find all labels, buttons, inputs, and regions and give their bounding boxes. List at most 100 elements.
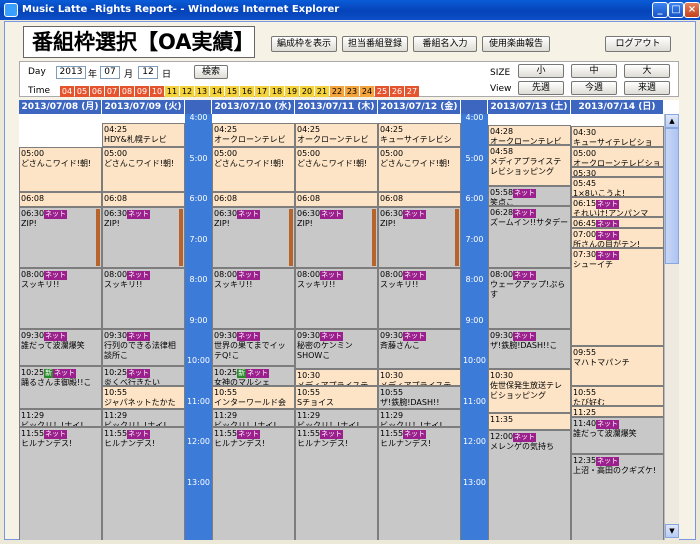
hour-button-20[interactable]: 20 — [300, 86, 314, 97]
program-slot[interactable]: 10:25新 ネット 踊るさんま御殿!!こ — [19, 365, 102, 410]
vertical-scrollbar[interactable]: ▲ ▼ — [664, 114, 679, 540]
close-button[interactable]: × — [684, 2, 700, 18]
program-slot[interactable]: 05:00 どさんこワイド!朝! — [102, 146, 185, 193]
maximize-button[interactable]: □ — [668, 2, 684, 18]
hour-button-12[interactable]: 12 — [180, 86, 194, 97]
day-header[interactable]: 2013/07/14 (日) — [571, 100, 664, 114]
day-header[interactable]: 2013/07/11 (木) — [295, 100, 378, 114]
program-slot[interactable]: 10:25ネット 炎くべ行きたい — [102, 365, 185, 387]
program-slot[interactable]: 12:00ネット メレンゲの気持ち — [488, 430, 571, 540]
program-slot[interactable]: 06:08 — [295, 192, 378, 208]
program-slot[interactable]: 10:55 Sチョイス — [295, 386, 378, 410]
search-button[interactable]: 検索 — [194, 65, 228, 79]
month-field[interactable]: 07 — [100, 66, 120, 79]
program-slot[interactable]: 04:30 キューサイテレビショ — [571, 126, 664, 147]
minimize-button[interactable]: _ — [652, 2, 668, 18]
program-slot[interactable]: 05:45 1×8いこうよ! — [571, 176, 664, 198]
program-slot[interactable]: 09:30ネット 斉藤さんこ — [378, 328, 461, 370]
program-slot[interactable]: 06:30ネット ZIP! — [378, 207, 461, 268]
program-slot[interactable]: 06:08 — [378, 192, 461, 208]
program-slot[interactable]: 10:55インターワールド会社 — [212, 386, 295, 410]
size-small-button[interactable]: 小 — [518, 64, 564, 78]
program-slot[interactable]: 09:30ネット 行列のできる法律相談所こ — [102, 328, 185, 366]
program-slot[interactable]: 06:08 — [212, 192, 295, 208]
program-slot[interactable]: 11:55ネット ヒルナンデス! — [295, 426, 378, 540]
program-slot[interactable]: 10:30メディアプライステレビショッピング — [378, 369, 461, 387]
next-week-button[interactable]: 来週 — [624, 81, 670, 95]
program-slot[interactable]: 09:30ネット 誰だって波瀾爆笑 — [19, 328, 102, 366]
program-slot[interactable]: 08:00ネット スッキリ!! — [378, 268, 461, 329]
program-slot[interactable]: 10:55ジャパネットたかた生 — [102, 386, 185, 410]
program-slot[interactable]: 04:28オークローンテレビショ — [488, 124, 571, 146]
program-slot[interactable]: 05:00 どさんこワイド!朝! — [378, 146, 461, 193]
program-slot[interactable]: 06:45ネット — [571, 217, 664, 228]
program-slot[interactable]: 06:15ネット それいけ!アンパンマ — [571, 197, 664, 218]
hour-button-16[interactable]: 16 — [240, 86, 254, 97]
program-slot[interactable]: 06:30ネット ZIP! — [102, 207, 185, 268]
hour-button-27[interactable]: 27 — [405, 86, 419, 97]
program-slot[interactable]: 11:55ネット ヒルナンデス! — [102, 426, 185, 540]
program-slot[interactable]: 06:30ネット ZIP! — [19, 207, 102, 268]
day-header[interactable]: 2013/07/10 (水) — [212, 100, 295, 114]
program-slot[interactable]: 06:30ネット ZIP! — [295, 207, 378, 268]
show-slots-button[interactable]: 編成枠を表示 — [271, 36, 337, 52]
music-report-button[interactable]: 使用楽曲報告 — [482, 36, 550, 52]
day-field[interactable]: 12 — [138, 66, 158, 79]
program-slot[interactable]: 04:25オークローンテレビショ — [212, 122, 295, 147]
program-slot[interactable]: 11:40ネット 誰だって波瀾爆笑 — [571, 416, 664, 454]
program-slot[interactable]: 05:30 — [571, 166, 664, 177]
hour-button-19[interactable]: 19 — [285, 86, 299, 97]
program-slot[interactable]: 12:35ネット 上沼・高田のクギズケ! — [571, 453, 664, 540]
day-header[interactable]: 2013/07/08 (月) — [19, 100, 102, 114]
program-slot[interactable]: 09:55 マハトマパンチ — [571, 345, 664, 387]
register-program-button[interactable]: 担当番組登録 — [342, 36, 408, 52]
program-slot[interactable]: 04:25 HDY&札幌テレビ — [102, 122, 185, 147]
program-slot[interactable]: 05:00 どさんこワイド!朝! — [19, 146, 102, 193]
program-slot[interactable]: 11:25 — [571, 406, 664, 417]
program-slot[interactable]: 11:55ネット ヒルナンデス! — [378, 426, 461, 540]
hour-button-15[interactable]: 15 — [225, 86, 239, 97]
hour-button-24[interactable]: 24 — [360, 86, 374, 97]
program-slot[interactable]: 04:25オークローンテレビショ — [295, 122, 378, 147]
hour-button-14[interactable]: 14 — [210, 86, 224, 97]
program-slot[interactable]: 07:30ネット シューイチ — [571, 247, 664, 346]
program-slot[interactable]: 05:00 オークローンテレビショ — [571, 146, 664, 167]
hour-button-17[interactable]: 17 — [255, 86, 269, 97]
program-slot[interactable]: 10:55 ザ!鉄腕!DASH!! — [378, 386, 461, 410]
logout-button[interactable]: ログアウト — [605, 36, 671, 52]
program-slot[interactable]: 05:58ネット 笑点こ — [488, 185, 571, 206]
day-header[interactable]: 2013/07/09 (火) — [102, 100, 185, 114]
program-slot[interactable]: 10:55 たび好む — [571, 386, 664, 407]
program-name-input-button[interactable]: 番組名入力 — [413, 36, 477, 52]
program-slot[interactable]: 08:00ネット スッキリ!! — [19, 268, 102, 329]
hour-button-22[interactable]: 22 — [330, 86, 344, 97]
hour-button-06[interactable]: 06 — [90, 86, 104, 97]
prev-week-button[interactable]: 先週 — [518, 81, 564, 95]
program-slot[interactable]: 08:00ネット スッキリ!! — [295, 268, 378, 329]
program-slot[interactable]: 09:30ネット 秘密のケンミンSHOWこ — [295, 328, 378, 370]
program-slot[interactable]: 06:08 — [102, 192, 185, 208]
hour-button-25[interactable]: 25 — [375, 86, 389, 97]
program-slot[interactable]: 08:00ネット ウェークアップ!ぷらす — [488, 268, 571, 329]
program-slot[interactable]: 11:29 ビックリ！!ナイ!... — [19, 409, 102, 427]
program-slot[interactable]: 08:00ネット スッキリ!! — [212, 268, 295, 329]
program-slot[interactable]: 05:00 どさんこワイド!朝! — [212, 146, 295, 193]
hour-button-09[interactable]: 09 — [135, 86, 149, 97]
program-slot[interactable]: 06:28ネット ズームイン!!サタデー — [488, 205, 571, 268]
program-slot[interactable]: 11:29 ビックリ！!ナイ!... — [378, 409, 461, 427]
program-slot[interactable]: 08:00ネット スッキリ!! — [102, 268, 185, 329]
this-week-button[interactable]: 今週 — [571, 81, 617, 95]
hour-button-08[interactable]: 08 — [120, 86, 134, 97]
day-header[interactable]: 2013/07/12 (金) — [378, 100, 461, 114]
program-slot[interactable]: 10:30メディアプライステレビショッピング — [295, 369, 378, 387]
program-slot[interactable]: 11:35 — [488, 413, 571, 430]
program-slot[interactable]: 11:29 ビックリ！!ナイ!... — [102, 409, 185, 427]
hour-button-18[interactable]: 18 — [270, 86, 284, 97]
hour-button-10[interactable]: 10 — [150, 86, 164, 97]
program-slot[interactable]: 10:25新 ネット 女神のマルシェ — [212, 365, 295, 387]
hour-button-11[interactable]: 11 — [165, 86, 179, 97]
program-slot[interactable]: 05:00 どさんこワイド!朝! — [295, 146, 378, 193]
hour-button-05[interactable]: 05 — [75, 86, 89, 97]
size-large-button[interactable]: 大 — [624, 64, 670, 78]
scroll-thumb[interactable] — [665, 128, 679, 264]
